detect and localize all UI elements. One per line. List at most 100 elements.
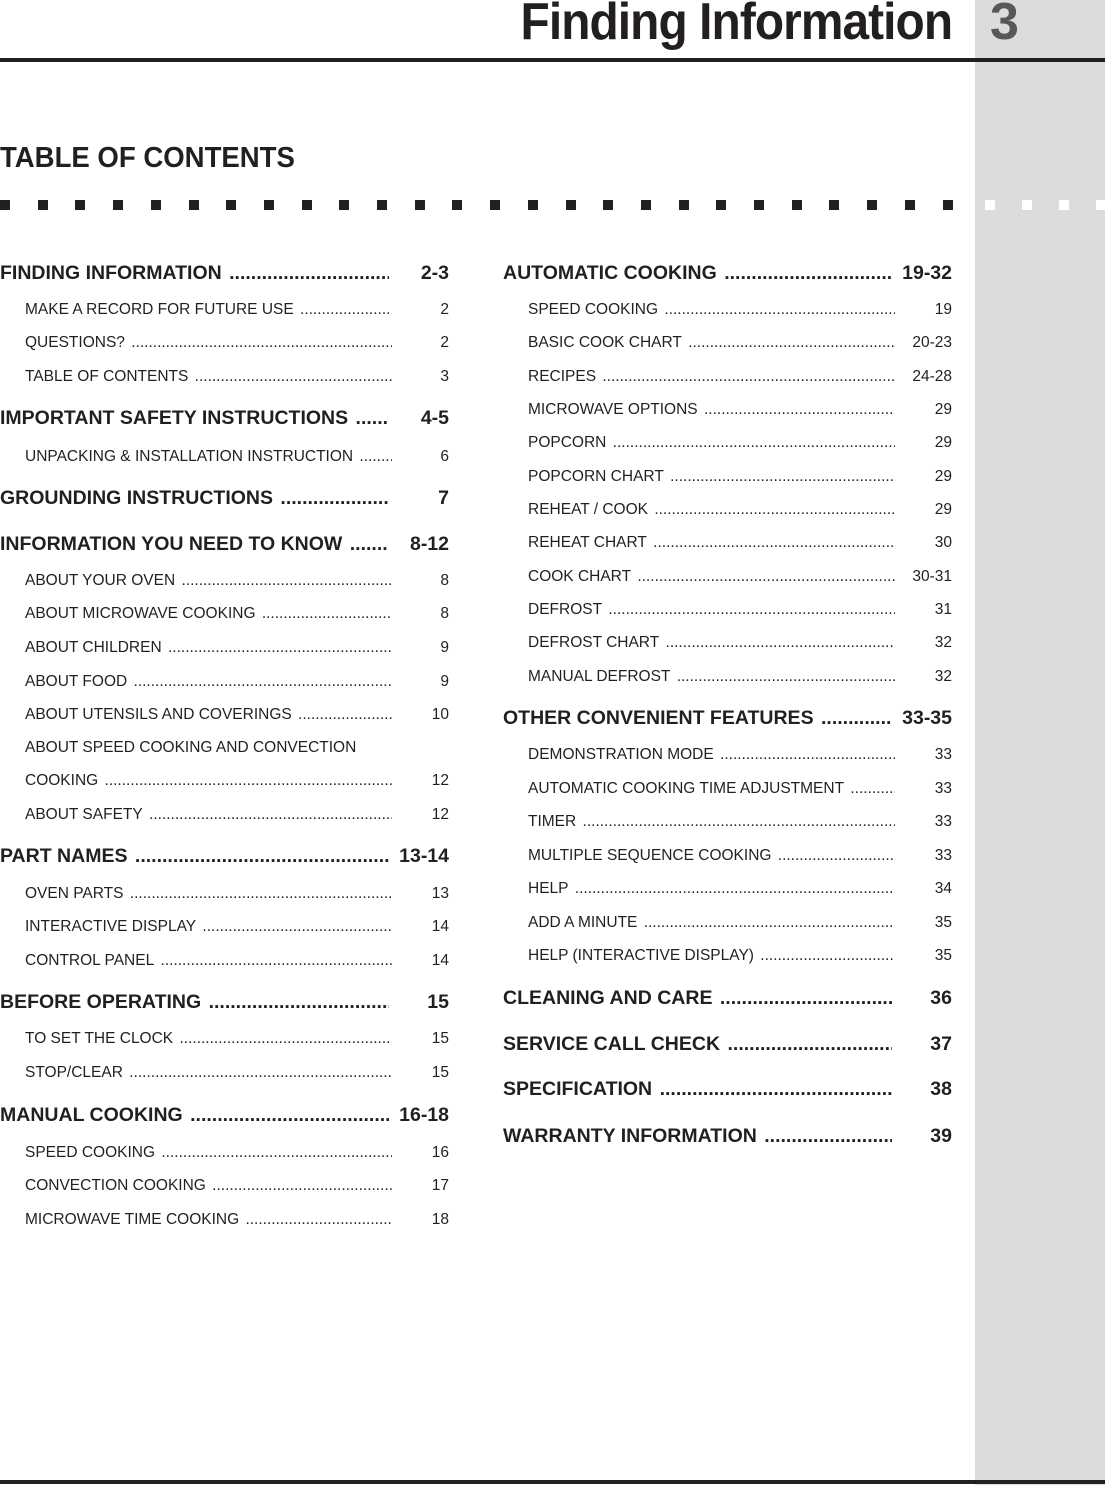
toc-subsection-entry[interactable]: TABLE OF CONTENTS ......................… [25, 368, 449, 390]
toc-entry-label: OTHER CONVENIENT FEATURES [503, 707, 816, 729]
toc-subsection-entry[interactable]: RECIPES ................................… [528, 368, 952, 390]
toc-subsection-entry[interactable]: TIMER ..................................… [528, 813, 952, 835]
toc-entry-page: 32 [934, 634, 952, 651]
toc-entry-label: HELP (INTERACTIVE DISPLAY) [528, 947, 756, 964]
toc-subsection-entry[interactable]: ABOUT SAFETY ...........................… [25, 806, 449, 828]
divider-square [985, 200, 995, 210]
divider-square [904, 200, 915, 210]
toc-entry-label: TO SET THE CLOCK [25, 1030, 176, 1047]
toc-subsection-entry[interactable]: MICROWAVE OPTIONS ......................… [528, 401, 952, 423]
toc-subsection-entry[interactable]: ABOUT SPEED COOKING AND CONVECTION [25, 739, 449, 761]
toc-subsection-entry[interactable]: COOK CHART .............................… [528, 568, 952, 590]
toc-subsection-entry[interactable]: DEFROST CHART ..........................… [528, 634, 952, 656]
toc-subsection-entry[interactable]: AUTOMATIC COOKING TIME ADJUSTMENT ......… [528, 780, 952, 802]
divider-square [226, 200, 237, 210]
toc-subsection-entry[interactable]: MAKE A RECORD FOR FUTURE USE ...........… [25, 301, 449, 323]
toc-entry-leader: OVEN PARTS .............................… [25, 885, 392, 902]
toc-subsection-entry[interactable]: BASIC COOK CHART .......................… [528, 334, 952, 356]
toc-subsection-entry[interactable]: HELP ...................................… [528, 880, 952, 902]
divider-square [678, 200, 689, 210]
toc-section-entry[interactable]: INFORMATION YOU NEED TO KNOW ...........… [0, 533, 449, 559]
toc-subsection-entry[interactable]: POPCORN ................................… [528, 434, 952, 456]
toc-entry-label: MANUAL DEFROST [528, 668, 673, 685]
toc-entry-leader: HELP ...................................… [528, 880, 895, 897]
toc-subsection-entry[interactable]: DEMONSTRATION MODE .....................… [528, 746, 952, 768]
toc-subsection-entry[interactable]: STOP/CLEAR .............................… [25, 1064, 449, 1086]
toc-subsection-entry[interactable]: TO SET THE CLOCK .......................… [25, 1030, 449, 1052]
toc-entry-label: ABOUT MICROWAVE COOKING [25, 605, 258, 622]
toc-entry-leader: SPEED COOKING ..........................… [528, 301, 895, 318]
divider-square [301, 200, 312, 210]
toc-section-entry[interactable]: GROUNDING INSTRUCTIONS .................… [0, 487, 449, 513]
divider-square [263, 200, 274, 210]
toc-subsection-entry[interactable]: MULTIPLE SEQUENCE COOKING ..............… [528, 847, 952, 869]
toc-subsection-entry[interactable]: HELP (INTERACTIVE DISPLAY) .............… [528, 947, 952, 969]
chapter-number: 3 [990, 0, 1019, 51]
toc-section-entry[interactable]: BEFORE OPERATING .......................… [0, 991, 449, 1017]
toc-subsection-entry[interactable]: ABOUT UTENSILS AND COVERINGS ...........… [25, 706, 449, 728]
divider-square [452, 200, 463, 210]
toc-section-entry[interactable]: WARRANTY INFORMATION ...................… [503, 1125, 952, 1151]
toc-subsection-entry[interactable]: REHEAT CHART ...........................… [528, 534, 952, 556]
toc-subsection-entry[interactable]: CONTROL PANEL ..........................… [25, 952, 449, 974]
toc-entry-leader: POPCORN CHART ..........................… [528, 468, 895, 485]
toc-entry-label: SPEED COOKING [528, 301, 661, 318]
toc-section-entry[interactable]: SPECIFICATION ..........................… [503, 1078, 952, 1104]
toc-entry-label: MANUAL COOKING [0, 1104, 185, 1126]
divider-square [791, 200, 802, 210]
toc-entry-label: POPCORN CHART [528, 468, 666, 485]
toc-entry-label: ABOUT UTENSILS AND COVERINGS [25, 706, 294, 723]
toc-entry-page: 19 [934, 301, 952, 318]
toc-section-entry[interactable]: SERVICE CALL CHECK .....................… [503, 1033, 952, 1059]
toc-subsection-entry[interactable]: REHEAT / COOK ..........................… [528, 501, 952, 523]
toc-subsection-entry[interactable]: UNPACKING & INSTALLATION INSTRUCTION ...… [25, 448, 449, 470]
toc-entry-leader: GROUNDING INSTRUCTIONS .................… [0, 487, 389, 509]
toc-section-entry[interactable]: CLEANING AND CARE ......................… [503, 987, 952, 1013]
toc-subsection-entry[interactable]: DEFROST ................................… [528, 601, 952, 623]
toc-subsection-entry[interactable]: SPEED COOKING ..........................… [25, 1144, 449, 1166]
toc-subsection-entry[interactable]: OVEN PARTS .............................… [25, 885, 449, 907]
toc-subsection-entry[interactable]: MICROWAVE TIME COOKING .................… [25, 1211, 449, 1233]
toc-section-entry[interactable]: AUTOMATIC COOKING ......................… [503, 262, 952, 288]
toc-subsection-entry[interactable]: SPEED COOKING ..........................… [528, 301, 952, 323]
toc-entry-label: MICROWAVE OPTIONS [528, 401, 700, 418]
toc-section-entry[interactable]: IMPORTANT SAFETY INSTRUCTIONS ..........… [0, 407, 449, 433]
toc-entry-label: SPECIFICATION [503, 1078, 655, 1100]
toc-subsection-entry[interactable]: ABOUT CHILDREN .........................… [25, 639, 449, 661]
toc-subsection-entry[interactable]: ABOUT FOOD .............................… [25, 673, 449, 695]
toc-entry-leader: ABOUT CHILDREN .........................… [25, 639, 392, 656]
toc-entry-page: 29 [934, 401, 952, 418]
toc-section-entry[interactable]: OTHER CONVENIENT FEATURES ..............… [503, 707, 952, 733]
toc-entry-label: CLEANING AND CARE [503, 987, 715, 1009]
toc-section-entry[interactable]: MANUAL COOKING .........................… [0, 1104, 449, 1130]
toc-section-entry[interactable]: PART NAMES .............................… [0, 845, 449, 871]
toc-entry-page: 24-28 [912, 368, 952, 385]
toc-subsection-entry[interactable]: QUESTIONS? .............................… [25, 334, 449, 356]
divider-square [0, 200, 10, 210]
toc-entry-leader: MULTIPLE SEQUENCE COOKING ..............… [528, 847, 895, 864]
toc-entry-leader: MAKE A RECORD FOR FUTURE USE ...........… [25, 301, 392, 318]
toc-entry-leader: DEFROST CHART ..........................… [528, 634, 895, 651]
toc-entry-leader: SERVICE CALL CHECK .....................… [503, 1033, 892, 1055]
toc-entry-page: 16-18 [399, 1104, 449, 1126]
toc-subsection-entry[interactable]: ABOUT YOUR OVEN ........................… [25, 572, 449, 594]
toc-subsection-entry[interactable]: MANUAL DEFROST .........................… [528, 668, 952, 690]
toc-subsection-entry[interactable]: ADD A MINUTE ...........................… [528, 914, 952, 936]
toc-subsection-entry[interactable]: POPCORN CHART ..........................… [528, 468, 952, 490]
toc-entry-leader: UNPACKING & INSTALLATION INSTRUCTION ...… [25, 448, 392, 465]
toc-entry-page: 29 [934, 468, 952, 485]
divider-square [942, 200, 953, 210]
toc-subsection-entry[interactable]: COOKING ................................… [25, 772, 449, 794]
toc-section-entry[interactable]: FINDING INFORMATION ....................… [0, 262, 449, 288]
toc-entry-leader: SPECIFICATION ..........................… [503, 1078, 892, 1100]
divider-square [754, 200, 764, 210]
divider-square [188, 200, 199, 210]
toc-entry-label: FINDING INFORMATION [0, 262, 224, 284]
toc-entry-label: BEFORE OPERATING [0, 991, 204, 1013]
divider-square [527, 200, 538, 210]
toc-subsection-entry[interactable]: INTERACTIVE DISPLAY ....................… [25, 918, 449, 940]
toc-subsection-entry[interactable]: CONVECTION COOKING .....................… [25, 1177, 449, 1199]
toc-subsection-entry[interactable]: ABOUT MICROWAVE COOKING ................… [25, 605, 449, 627]
divider-square [377, 200, 387, 210]
divider-square [490, 200, 501, 210]
